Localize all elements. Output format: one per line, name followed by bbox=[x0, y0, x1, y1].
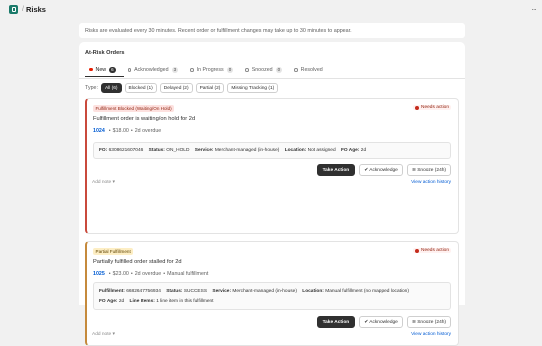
details-line: Fulfillment: 6682647756934 Status: SUCCE… bbox=[99, 287, 445, 297]
order-age: 2d overdue bbox=[134, 128, 162, 134]
status-badge: Needs action bbox=[413, 105, 451, 110]
detail-fo: FO: 6308621607046 bbox=[99, 148, 144, 153]
type-filter-missing-tracking[interactable]: Missing Tracking (1) bbox=[227, 83, 279, 93]
detail-location: Location: Not assigned bbox=[284, 148, 336, 153]
type-filter-label: Type: bbox=[85, 85, 98, 91]
take-action-button[interactable]: Take Action bbox=[316, 316, 356, 328]
detail-status: Status: ON_HOLD bbox=[148, 148, 190, 153]
detail-location: Location: Manual fulfillment (no mapped … bbox=[302, 289, 409, 294]
snooze-button[interactable]: ≋ Snooze (24h) bbox=[406, 316, 451, 328]
snooze-button[interactable]: ≋ Snooze (24h) bbox=[406, 164, 451, 176]
tab-label: Acknowledged bbox=[134, 67, 169, 73]
tab-label: In Progress bbox=[196, 67, 224, 73]
status-dot-icon bbox=[89, 67, 93, 72]
order-actions: Take Action ✔ Acknowledge ≋ Snooze (24h) bbox=[313, 316, 451, 328]
app-logo-icon[interactable] bbox=[9, 5, 18, 14]
order-age: 2d overdue bbox=[134, 271, 162, 277]
type-filter-all[interactable]: All (6) bbox=[100, 83, 122, 93]
alert-icon bbox=[415, 105, 419, 110]
type-filter-partial[interactable]: Partial (2) bbox=[195, 83, 225, 93]
status-dot-icon bbox=[245, 68, 249, 72]
page-title: Risks bbox=[25, 5, 46, 14]
detail-fo-age: FO Age: 2d bbox=[340, 148, 367, 153]
order-actions: Take Action ✔ Acknowledge ≋ Snooze (24h) bbox=[313, 164, 451, 176]
detail-service: Service: Merchant-managed (in-house) bbox=[194, 148, 280, 153]
more-options-icon[interactable]: ... bbox=[532, 5, 537, 12]
tabs-divider bbox=[79, 78, 465, 79]
type-filter-delayed[interactable]: Delayed (2) bbox=[159, 83, 193, 93]
tab-label: New bbox=[95, 66, 107, 73]
fulfillment-details: Fulfillment: 6682647756934 Status: SUCCE… bbox=[93, 282, 451, 310]
detail-service: Service: Merchant-managed (in-house) bbox=[212, 289, 297, 294]
detail-status: Status: SUCCESS bbox=[166, 289, 208, 294]
tab-label: Resolved bbox=[300, 67, 323, 73]
details-line: FO Age: 2d Line Items: 1 line item in th… bbox=[99, 297, 445, 307]
tab-new[interactable]: New 6 bbox=[85, 63, 124, 77]
order-headline: Fulfillment order is waiting/on hold for… bbox=[93, 116, 196, 122]
status-text: Needs action bbox=[421, 248, 449, 253]
order-meta: 1024 • $18.00 • 2d overdue bbox=[93, 128, 162, 134]
order-number-link[interactable]: 1025 bbox=[93, 271, 105, 277]
detail-fo-age: FO Age: 2d bbox=[99, 299, 125, 304]
order-headline: Partially fulfilled order stalled for 2d bbox=[93, 259, 182, 265]
risk-order-card: Partial Fulfillment Needs action Partial… bbox=[85, 241, 459, 346]
top-bar: / Risks ... bbox=[0, 0, 542, 19]
detail-fulfillment: Fulfillment: 6682647756934 bbox=[99, 289, 161, 294]
view-action-history-link[interactable]: View action history bbox=[411, 180, 451, 185]
order-meta: 1025 • $23.00 • 2d overdue • Manual fulf… bbox=[93, 271, 209, 277]
status-badge: Needs action bbox=[413, 248, 451, 253]
order-amount: $18.00 bbox=[112, 128, 129, 134]
risk-order-card: Fulfillment Blocked (Waiting/On Hold) Ne… bbox=[85, 98, 459, 234]
type-filter-row: Type: All (6) Blocked (1) Delayed (2) Pa… bbox=[85, 83, 281, 93]
tab-acknowledged[interactable]: Acknowledged 3 bbox=[124, 63, 186, 77]
risk-type-badge: Partial Fulfillment bbox=[93, 248, 134, 255]
acknowledge-button[interactable]: ✔ Acknowledge bbox=[359, 164, 403, 176]
add-note-toggle[interactable]: Add note ▾ bbox=[92, 180, 115, 185]
tab-count-badge: 0 bbox=[226, 67, 234, 73]
take-action-button[interactable]: Take Action bbox=[316, 164, 356, 176]
detail-line-items: Line Items: 1 line item in this fulfillm… bbox=[129, 299, 214, 304]
status-dot-icon bbox=[190, 68, 194, 72]
tab-in-progress[interactable]: In Progress 0 bbox=[186, 63, 241, 77]
tab-label: Snoozed bbox=[251, 67, 273, 73]
risk-type-badge: Fulfillment Blocked (Waiting/On Hold) bbox=[93, 105, 175, 112]
tab-count-badge: 6 bbox=[109, 66, 116, 73]
info-banner: Risks are evaluated every 30 minutes. Re… bbox=[79, 23, 465, 38]
banner-text: Risks are evaluated every 30 minutes. Re… bbox=[85, 27, 352, 34]
fulfillment-method: Manual fulfillment bbox=[167, 271, 209, 277]
tab-snoozed[interactable]: Snoozed 0 bbox=[241, 63, 290, 77]
acknowledge-button[interactable]: ✔ Acknowledge bbox=[359, 316, 403, 328]
order-number-link[interactable]: 1024 bbox=[93, 128, 105, 134]
fulfillment-details: FO: 6308621607046 Status: ON_HOLD Servic… bbox=[93, 142, 451, 159]
status-dot-icon bbox=[127, 68, 132, 72]
order-amount: $23.00 bbox=[112, 271, 129, 277]
add-note-toggle[interactable]: Add note ▾ bbox=[92, 332, 115, 337]
status-dot-icon bbox=[294, 68, 298, 72]
at-risk-orders-card: At-Risk Orders New 6 Acknowledged 3 In P… bbox=[79, 42, 465, 346]
status-tabs: New 6 Acknowledged 3 In Progress 0 Snooz… bbox=[85, 63, 331, 77]
tab-count-badge: 3 bbox=[171, 67, 179, 73]
tab-resolved[interactable]: Resolved bbox=[290, 63, 331, 77]
type-filter-blocked[interactable]: Blocked (1) bbox=[124, 83, 157, 93]
breadcrumb-separator: / bbox=[22, 6, 24, 13]
alert-icon bbox=[415, 248, 419, 253]
card-title: At-Risk Orders bbox=[85, 50, 125, 56]
status-text: Needs action bbox=[421, 105, 449, 110]
tab-count-badge: 0 bbox=[275, 67, 283, 73]
view-action-history-link[interactable]: View action history bbox=[411, 332, 451, 337]
